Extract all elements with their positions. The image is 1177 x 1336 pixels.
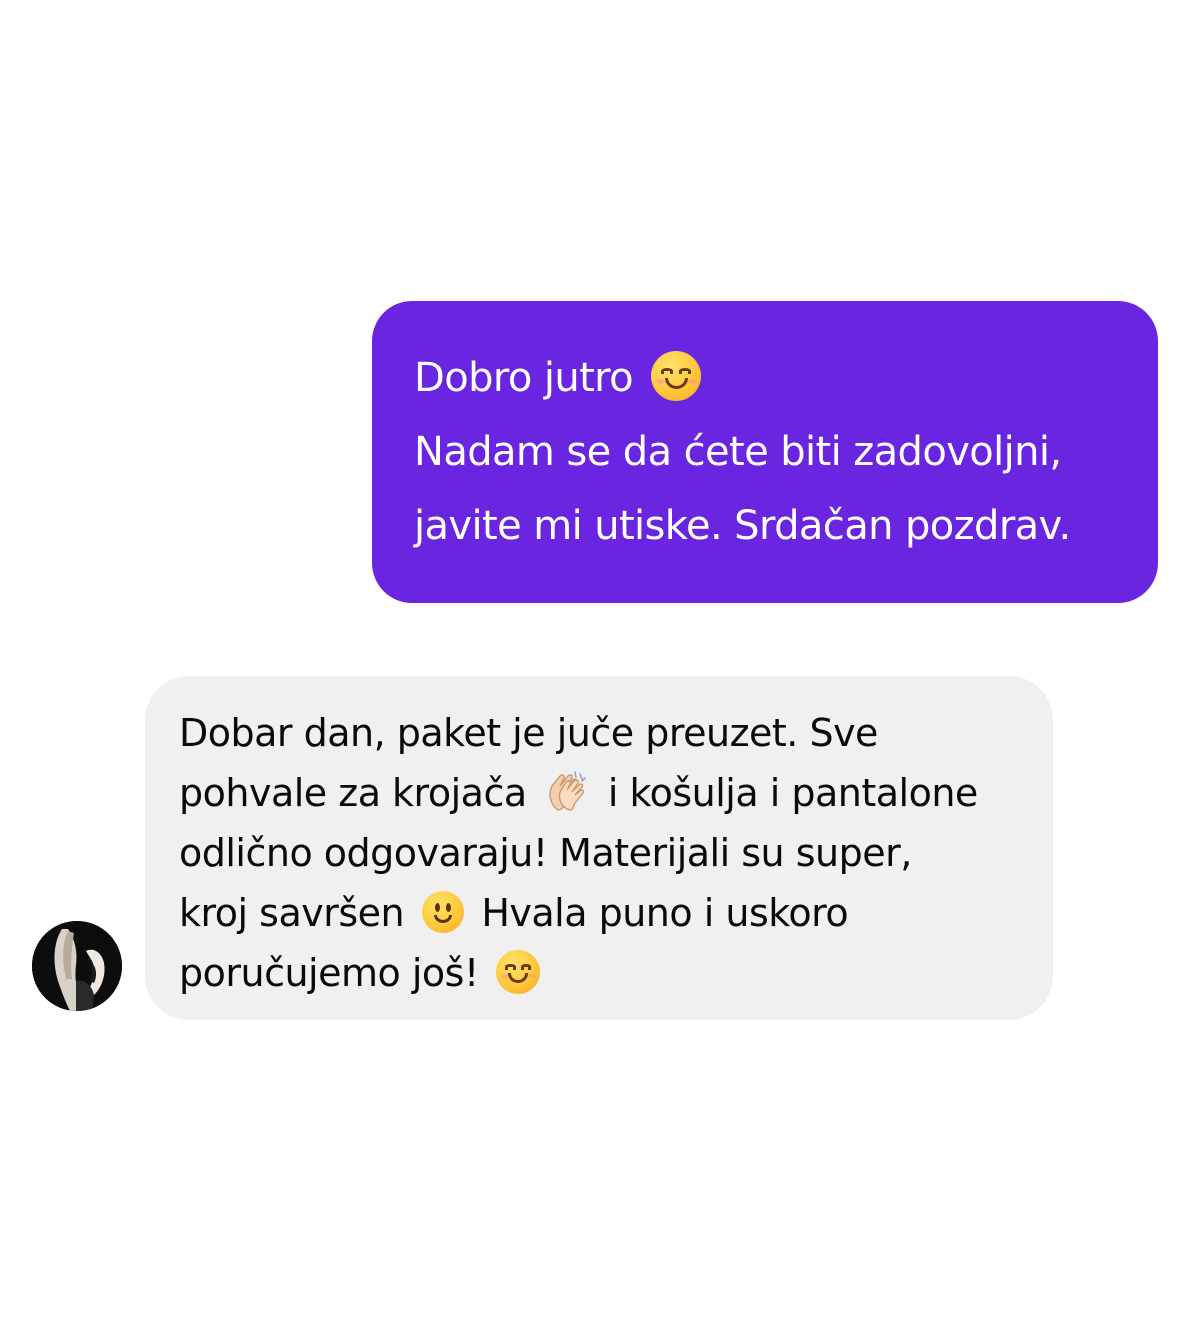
incoming-text-1: Dobar dan, paket je juče preuzet. Sve <box>179 711 878 755</box>
incoming-text-2b: i košulja i pantalone <box>607 771 978 815</box>
smiling-face-icon <box>651 351 702 401</box>
incoming-message-bubble[interactable]: Dobar dan, paket je juče preuzet. Sve po… <box>145 676 1053 1020</box>
smiling-face-icon <box>496 949 541 994</box>
incoming-line-2: pohvale za krojača i košulja i pantalone <box>179 763 1033 823</box>
chat-thread: Dobro jutro Nadam se da ćete biti zadovo… <box>0 0 1177 1336</box>
outgoing-text-3: javite mi utiske. Srdačan pozdrav. <box>414 503 1071 549</box>
outgoing-line-1: Dobro jutro <box>414 341 1128 415</box>
incoming-text-4a: kroj savršen <box>179 891 405 935</box>
incoming-text-4b: Hvala puno i uskoro <box>481 891 849 935</box>
incoming-text-3: odlično odgovaraju! Materijali su super, <box>179 831 912 875</box>
outgoing-message-bubble[interactable]: Dobro jutro Nadam se da ćete biti zadovo… <box>372 301 1158 603</box>
incoming-text-2a: pohvale za krojača <box>179 771 527 815</box>
outgoing-text-1: Dobro jutro <box>414 355 634 401</box>
outgoing-text-2: Nadam se da ćete biti zadovoljni, <box>414 429 1062 475</box>
incoming-line-4: kroj savršen Hvala puno i uskoro <box>179 883 1033 943</box>
contact-avatar[interactable] <box>32 921 122 1011</box>
clapping-hands-icon <box>544 770 590 814</box>
slightly-smiling-face-icon <box>421 890 464 933</box>
avatar-photo-icon <box>32 921 122 1011</box>
incoming-line-5: poručujemo još! <box>179 943 1033 1003</box>
incoming-text-5: poručujemo još! <box>179 951 479 995</box>
